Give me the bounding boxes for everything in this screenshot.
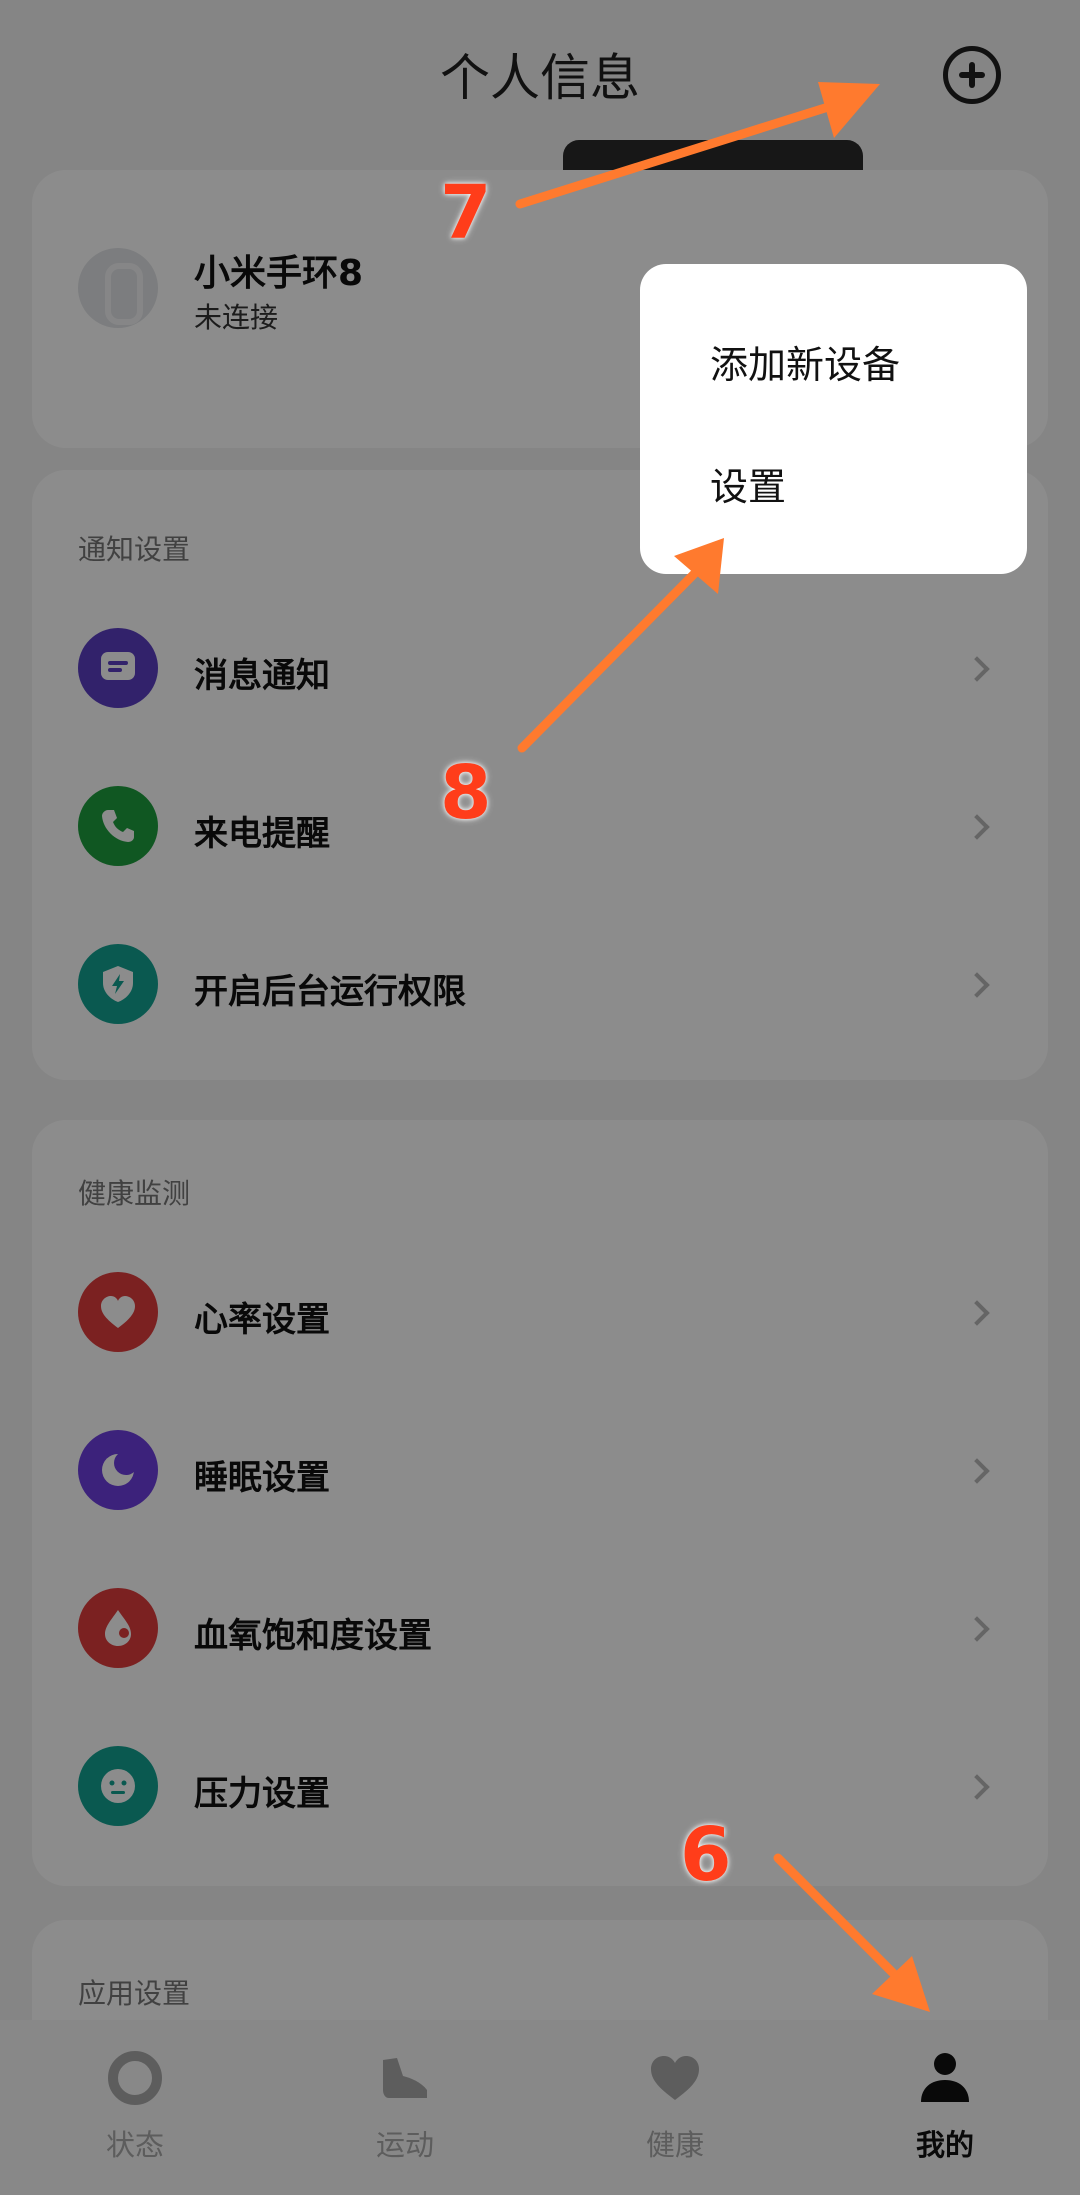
arrow-7: [515, 103, 830, 209]
annotation-step-7: 7: [440, 170, 492, 256]
annotation-step-8: 8: [440, 750, 492, 836]
arrow-6: [773, 1853, 915, 1995]
annotation-arrows: [515, 82, 930, 2012]
arrow-8: [517, 563, 705, 753]
annotation-step-6: 6: [680, 1812, 732, 1898]
arrow-7-head: [818, 82, 880, 138]
